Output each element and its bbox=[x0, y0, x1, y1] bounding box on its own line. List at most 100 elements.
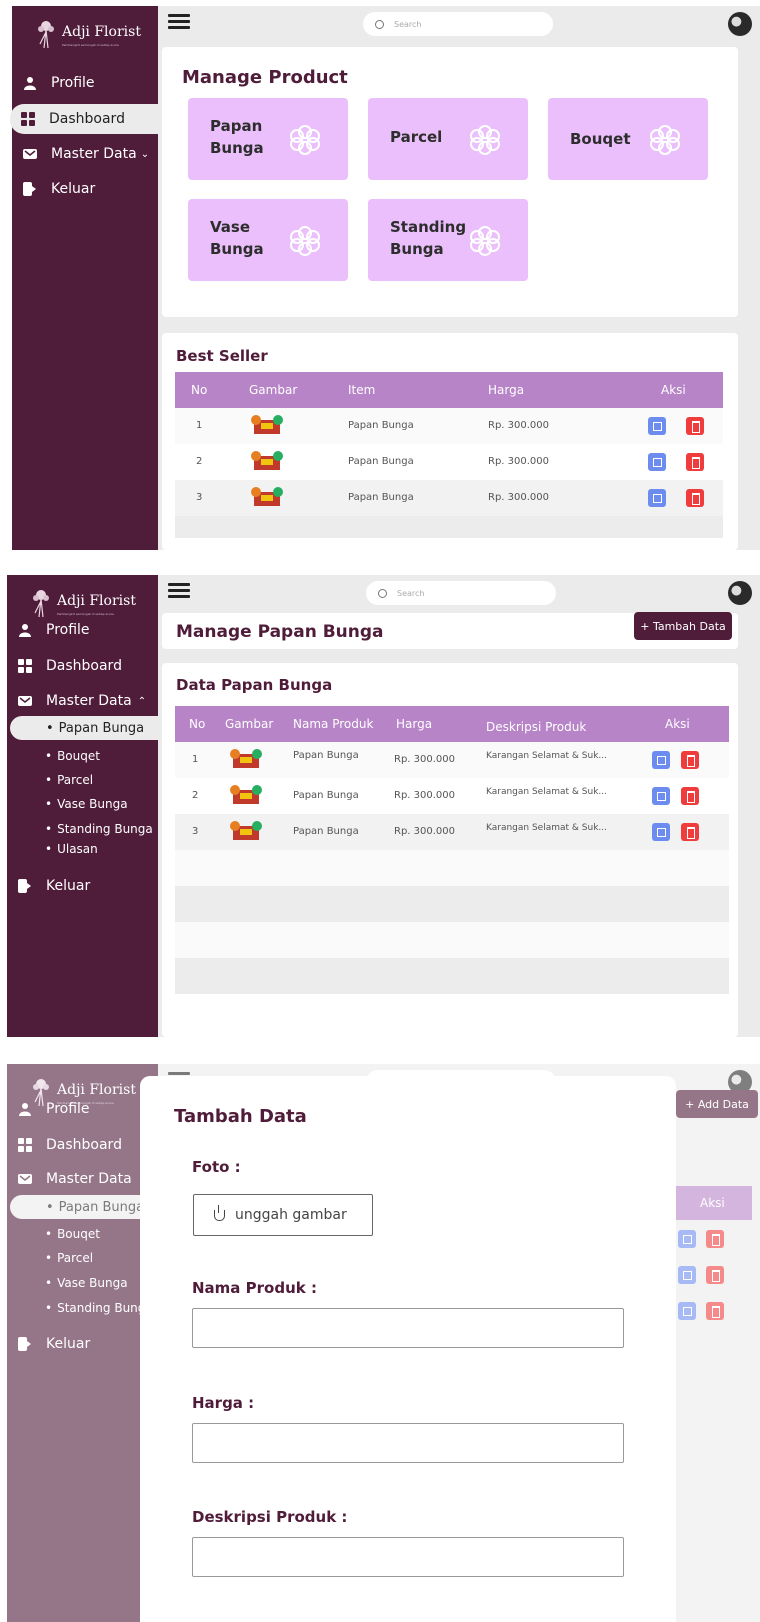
nav-profile[interactable]: Profile bbox=[7, 615, 158, 645]
deskripsi-produk-input[interactable] bbox=[192, 1537, 624, 1577]
chevron-down-icon: ⌄ bbox=[140, 148, 150, 160]
add-data-button[interactable]: + Tambah Data bbox=[634, 612, 732, 640]
tile-label: Bouqet bbox=[570, 130, 631, 148]
edit-button[interactable] bbox=[648, 417, 666, 435]
flower-icon bbox=[290, 125, 320, 155]
nav-master-label: Master Data bbox=[51, 146, 137, 162]
edit-button[interactable] bbox=[652, 787, 670, 805]
nama-produk-input[interactable] bbox=[192, 1308, 624, 1348]
tile-label: Papan Bunga bbox=[210, 117, 264, 157]
edit-button[interactable] bbox=[648, 453, 666, 471]
nav-profile[interactable]: Profile bbox=[12, 68, 158, 98]
nav-dashboard-label: Dashboard bbox=[46, 658, 122, 674]
table-row: 1 Papan Bunga Rp. 300.000 Karangan Selam… bbox=[175, 742, 729, 778]
flower-icon bbox=[650, 125, 680, 155]
delete-button[interactable] bbox=[681, 787, 699, 805]
logout-icon bbox=[23, 182, 37, 196]
sub-item-bouqet[interactable]: • Bouqet bbox=[45, 745, 100, 767]
delete-button[interactable] bbox=[681, 751, 699, 769]
tile-vase-bunga[interactable]: Vase Bunga bbox=[188, 199, 348, 281]
cell-harga: Rp. 300.000 bbox=[488, 420, 550, 431]
harga-label: Harga : bbox=[192, 1394, 255, 1412]
sub-item-label: Standing Bunga bbox=[57, 822, 153, 836]
product-thumbnail bbox=[251, 451, 283, 470]
delete-button[interactable] bbox=[686, 453, 704, 471]
nav-master-data[interactable]: Master Data ⌄ bbox=[12, 139, 158, 169]
cell-deskripsi: Karangan Selamat & Suk... bbox=[486, 823, 607, 833]
cell-deskripsi: Karangan Selamat & Suk... bbox=[486, 787, 607, 797]
flower-logo-icon bbox=[38, 21, 54, 49]
cell-no: 1 bbox=[196, 420, 203, 431]
cell-no: 2 bbox=[192, 790, 199, 801]
delete-button[interactable] bbox=[686, 417, 704, 435]
tile-standing-bunga[interactable]: Standing Bunga bbox=[368, 199, 528, 281]
table-row-empty bbox=[175, 958, 729, 994]
nav-logout[interactable]: Keluar bbox=[7, 871, 158, 901]
table-row-empty bbox=[175, 850, 729, 886]
col-header: No bbox=[189, 717, 206, 731]
col-header: Gambar bbox=[225, 717, 274, 731]
sub-item-standing-bunga[interactable]: • Standing Bunga bbox=[45, 818, 153, 840]
col-header: Gambar bbox=[249, 383, 298, 397]
avatar[interactable] bbox=[728, 12, 752, 36]
tile-bouqet[interactable]: Bouqet bbox=[548, 98, 708, 180]
hamburger-menu-icon[interactable] bbox=[168, 583, 190, 599]
search-input[interactable]: Search bbox=[363, 12, 553, 36]
tile-papan-bunga[interactable]: Papan Bunga bbox=[188, 98, 348, 180]
cell-no: 2 bbox=[196, 456, 203, 467]
sub-item-label: Ulasan bbox=[57, 842, 98, 856]
nav-logout[interactable]: Keluar bbox=[12, 174, 158, 204]
delete-button[interactable] bbox=[681, 823, 699, 841]
cell-harga: Rp. 300.000 bbox=[488, 492, 550, 503]
mail-icon bbox=[18, 694, 32, 708]
sub-item-label: Parcel bbox=[57, 773, 94, 787]
product-thumbnail bbox=[230, 749, 262, 768]
sub-item-papan-bunga[interactable]: • Papan Bunga bbox=[10, 716, 158, 740]
nav-dashboard[interactable]: Dashboard bbox=[7, 651, 158, 681]
product-thumbnail bbox=[251, 487, 283, 506]
logout-icon bbox=[18, 879, 32, 893]
avatar[interactable] bbox=[728, 581, 752, 605]
page-title: Manage Papan Bunga bbox=[176, 622, 384, 642]
sub-item-parcel[interactable]: • Parcel bbox=[45, 769, 93, 791]
nav-dashboard[interactable]: Dashboard bbox=[10, 104, 158, 134]
nav-master-data[interactable]: Master Data ⌃ bbox=[7, 686, 158, 716]
edit-button[interactable] bbox=[652, 751, 670, 769]
table-row: 1 Papan Bunga Rp. 300.000 bbox=[175, 408, 723, 444]
cell-no: 3 bbox=[196, 492, 203, 503]
upload-image-button[interactable]: unggah gambar bbox=[193, 1194, 373, 1236]
upload-label: unggah gambar bbox=[235, 1207, 347, 1223]
edit-button[interactable] bbox=[648, 489, 666, 507]
cell-item: Papan Bunga bbox=[348, 420, 414, 431]
cell-no: 1 bbox=[192, 754, 199, 765]
edit-button[interactable] bbox=[652, 823, 670, 841]
table-row: 2 Papan Bunga Rp. 300.000 bbox=[175, 444, 723, 480]
sub-item-ulasan[interactable]: • Ulasan bbox=[45, 838, 98, 860]
topbar: Search bbox=[158, 6, 760, 46]
sub-item-vase-bunga[interactable]: • Vase Bunga bbox=[45, 793, 128, 815]
table-header: No Gambar Nama Produk Harga Deskripsi Pr… bbox=[175, 706, 729, 742]
brand-logo: Adji Florist Pembangkit semangat di seti… bbox=[34, 14, 141, 54]
cell-harga: Rp. 300.000 bbox=[488, 456, 550, 467]
harga-input[interactable] bbox=[192, 1423, 624, 1463]
grid-icon bbox=[18, 659, 32, 673]
col-header: Aksi bbox=[661, 383, 686, 397]
page-title: Manage Product bbox=[182, 67, 348, 88]
cell-deskripsi: Karangan Selamat & Suk... bbox=[486, 751, 607, 761]
col-header: Harga bbox=[488, 383, 525, 397]
cell-nama: Papan Bunga bbox=[293, 750, 359, 761]
topbar: Search bbox=[158, 575, 760, 615]
tile-label: Vase Bunga bbox=[210, 218, 264, 258]
user-icon bbox=[23, 76, 37, 90]
hamburger-menu-icon[interactable] bbox=[168, 14, 190, 30]
sidebar: Adji Florist Pembangkit semangat di seti… bbox=[10, 6, 158, 550]
brand-tagline: Pembangkit semangat di setiap acara bbox=[62, 43, 119, 47]
delete-button[interactable] bbox=[686, 489, 704, 507]
chevron-up-icon: ⌃ bbox=[137, 695, 147, 707]
tile-parcel[interactable]: Parcel bbox=[368, 98, 528, 180]
search-input[interactable]: Search bbox=[366, 581, 556, 605]
section-title: Best Seller bbox=[176, 347, 268, 365]
brand-name: Adji Florist bbox=[62, 24, 141, 40]
col-header: Harga bbox=[396, 717, 433, 731]
search-icon bbox=[378, 588, 387, 598]
